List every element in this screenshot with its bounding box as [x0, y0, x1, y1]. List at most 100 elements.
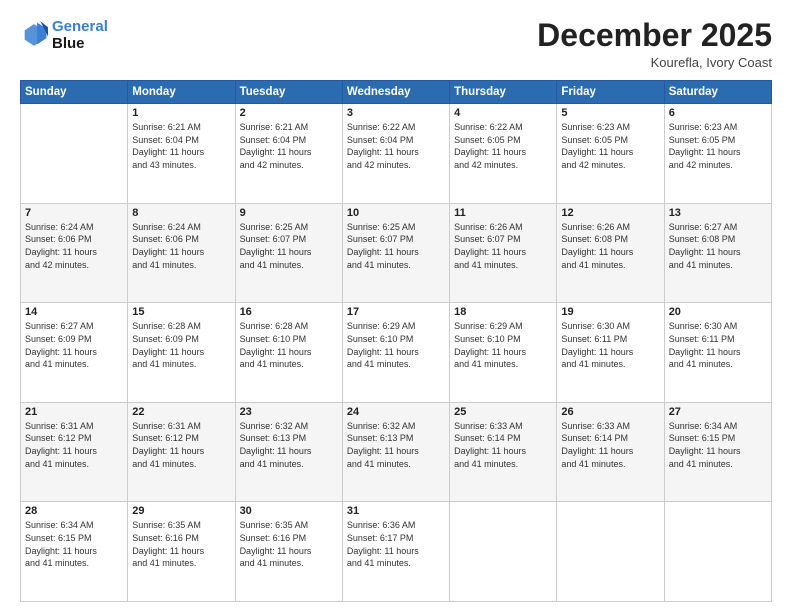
- day-number: 8: [132, 207, 230, 219]
- calendar-cell: 25Sunrise: 6:33 AM Sunset: 6:14 PM Dayli…: [450, 402, 557, 502]
- calendar-cell: 19Sunrise: 6:30 AM Sunset: 6:11 PM Dayli…: [557, 303, 664, 403]
- calendar-cell: 24 Sunrise: 6:32 AM Sunset: 6:13 PM Dayli…: [342, 402, 449, 502]
- day-number: 4: [454, 107, 552, 119]
- day-number: 15: [132, 306, 230, 318]
- weekday-header: Friday: [557, 81, 664, 104]
- day-number: 3: [347, 107, 445, 119]
- month-title: December 2025: [537, 18, 772, 53]
- day-number: 12: [561, 207, 659, 219]
- calendar-cell: 12 Sunrise: 6:26 AM Sunset: 6:08 PM Dayli…: [557, 203, 664, 303]
- day-info: Sunrise: 6:27 AM Sunset: 6:08 PM Dayligh…: [669, 221, 767, 271]
- day-number: 31: [347, 505, 445, 517]
- day-info: Sunrise: 6:30 AM Sunset: 6:11 PM Dayligh…: [669, 320, 767, 370]
- calendar-cell: 20 Sunrise: 6:30 AM Sunset: 6:11 PM Dayli…: [664, 303, 771, 403]
- day-info: Sunrise: 6:34 AM Sunset: 6:15 PM Dayligh…: [25, 519, 123, 569]
- day-info: Sunrise: 6:32 AM Sunset: 6:13 PM Dayligh…: [347, 420, 445, 470]
- calendar-week-row: 14 Sunrise: 6:27 AM Sunset: 6:09 PM Dayli…: [21, 303, 772, 403]
- calendar-cell: 3 Sunrise: 6:22 AM Sunset: 6:04 PM Daylig…: [342, 104, 449, 204]
- day-number: 9: [240, 207, 338, 219]
- day-info: Sunrise: 6:29 AM Sunset: 6:10 PM Dayligh…: [454, 320, 552, 370]
- day-info: Sunrise: 6:25 AM Sunset: 6:07 PM Dayligh…: [240, 221, 338, 271]
- day-info: Sunrise: 6:30 AM Sunset: 6:11 PM Dayligh…: [561, 320, 659, 370]
- day-info: Sunrise: 6:24 AM Sunset: 6:06 PM Dayligh…: [25, 221, 123, 271]
- weekday-header: Thursday: [450, 81, 557, 104]
- calendar-cell: [664, 502, 771, 602]
- day-info: Sunrise: 6:21 AM Sunset: 6:04 PM Dayligh…: [240, 121, 338, 171]
- day-number: 18: [454, 306, 552, 318]
- calendar-cell: 1 Sunrise: 6:21 AM Sunset: 6:04 PM Daylig…: [128, 104, 235, 204]
- day-info: Sunrise: 6:21 AM Sunset: 6:04 PM Dayligh…: [132, 121, 230, 171]
- calendar-cell: 14 Sunrise: 6:27 AM Sunset: 6:09 PM Dayli…: [21, 303, 128, 403]
- day-info: Sunrise: 6:33 AM Sunset: 6:14 PM Dayligh…: [454, 420, 552, 470]
- day-info: Sunrise: 6:23 AM Sunset: 6:05 PM Dayligh…: [561, 121, 659, 171]
- calendar-cell: 4 Sunrise: 6:22 AM Sunset: 6:05 PM Daylig…: [450, 104, 557, 204]
- day-number: 30: [240, 505, 338, 517]
- day-info: Sunrise: 6:31 AM Sunset: 6:12 PM Dayligh…: [25, 420, 123, 470]
- day-number: 20: [669, 306, 767, 318]
- page: General Blue December 2025 Kourefla, Ivo…: [0, 0, 792, 612]
- day-number: 21: [25, 406, 123, 418]
- calendar-cell: 11 Sunrise: 6:26 AM Sunset: 6:07 PM Dayli…: [450, 203, 557, 303]
- day-number: 14: [25, 306, 123, 318]
- day-info: Sunrise: 6:32 AM Sunset: 6:13 PM Dayligh…: [240, 420, 338, 470]
- day-number: 7: [25, 207, 123, 219]
- weekday-header: Tuesday: [235, 81, 342, 104]
- title-block: December 2025 Kourefla, Ivory Coast: [537, 18, 772, 70]
- calendar-cell: 22Sunrise: 6:31 AM Sunset: 6:12 PM Dayli…: [128, 402, 235, 502]
- calendar-cell: 28Sunrise: 6:34 AM Sunset: 6:15 PM Dayli…: [21, 502, 128, 602]
- calendar-cell: [21, 104, 128, 204]
- calendar-cell: 30 Sunrise: 6:35 AM Sunset: 6:16 PM Dayli…: [235, 502, 342, 602]
- day-info: Sunrise: 6:29 AM Sunset: 6:10 PM Dayligh…: [347, 320, 445, 370]
- calendar-cell: 26Sunrise: 6:33 AM Sunset: 6:14 PM Dayli…: [557, 402, 664, 502]
- calendar-week-row: 21 Sunrise: 6:31 AM Sunset: 6:12 PM Dayli…: [21, 402, 772, 502]
- day-info: Sunrise: 6:24 AM Sunset: 6:06 PM Dayligh…: [132, 221, 230, 271]
- calendar-cell: 10 Sunrise: 6:25 AM Sunset: 6:07 PM Dayli…: [342, 203, 449, 303]
- calendar-cell: 6Sunrise: 6:23 AM Sunset: 6:05 PM Daylig…: [664, 104, 771, 204]
- calendar-cell: 31 Sunrise: 6:36 AM Sunset: 6:17 PM Dayli…: [342, 502, 449, 602]
- day-number: 10: [347, 207, 445, 219]
- calendar-cell: 2 Sunrise: 6:21 AM Sunset: 6:04 PM Daylig…: [235, 104, 342, 204]
- day-number: 1: [132, 107, 230, 119]
- day-number: 11: [454, 207, 552, 219]
- calendar-cell: 9 Sunrise: 6:25 AM Sunset: 6:07 PM Daylig…: [235, 203, 342, 303]
- logo-icon: [20, 21, 48, 49]
- weekday-header: Wednesday: [342, 81, 449, 104]
- day-number: 24: [347, 406, 445, 418]
- day-number: 29: [132, 505, 230, 517]
- calendar-cell: 16Sunrise: 6:28 AM Sunset: 6:10 PM Dayli…: [235, 303, 342, 403]
- day-info: Sunrise: 6:35 AM Sunset: 6:16 PM Dayligh…: [240, 519, 338, 569]
- day-info: Sunrise: 6:25 AM Sunset: 6:07 PM Dayligh…: [347, 221, 445, 271]
- calendar-cell: [557, 502, 664, 602]
- calendar-table: SundayMondayTuesdayWednesdayThursdayFrid…: [20, 80, 772, 602]
- calendar-cell: 8 Sunrise: 6:24 AM Sunset: 6:06 PM Daylig…: [128, 203, 235, 303]
- weekday-header: Monday: [128, 81, 235, 104]
- calendar-cell: 15Sunrise: 6:28 AM Sunset: 6:09 PM Dayli…: [128, 303, 235, 403]
- weekday-header: Sunday: [21, 81, 128, 104]
- day-info: Sunrise: 6:22 AM Sunset: 6:05 PM Dayligh…: [454, 121, 552, 171]
- calendar-cell: 27Sunrise: 6:34 AM Sunset: 6:15 PM Dayli…: [664, 402, 771, 502]
- calendar-cell: 13Sunrise: 6:27 AM Sunset: 6:08 PM Dayli…: [664, 203, 771, 303]
- logo-line2: Blue: [52, 35, 108, 52]
- day-number: 22: [132, 406, 230, 418]
- calendar-week-row: 7 Sunrise: 6:24 AM Sunset: 6:06 PM Daylig…: [21, 203, 772, 303]
- day-number: 5: [561, 107, 659, 119]
- logo-line1: General: [52, 18, 108, 35]
- day-info: Sunrise: 6:27 AM Sunset: 6:09 PM Dayligh…: [25, 320, 123, 370]
- day-info: Sunrise: 6:26 AM Sunset: 6:08 PM Dayligh…: [561, 221, 659, 271]
- day-info: Sunrise: 6:28 AM Sunset: 6:10 PM Dayligh…: [240, 320, 338, 370]
- day-info: Sunrise: 6:26 AM Sunset: 6:07 PM Dayligh…: [454, 221, 552, 271]
- day-number: 17: [347, 306, 445, 318]
- weekday-header: Saturday: [664, 81, 771, 104]
- calendar-header-row: SundayMondayTuesdayWednesdayThursdayFrid…: [21, 81, 772, 104]
- calendar-cell: 18 Sunrise: 6:29 AM Sunset: 6:10 PM Dayli…: [450, 303, 557, 403]
- calendar-cell: 23Sunrise: 6:32 AM Sunset: 6:13 PM Dayli…: [235, 402, 342, 502]
- day-info: Sunrise: 6:36 AM Sunset: 6:17 PM Dayligh…: [347, 519, 445, 569]
- calendar-cell: 29Sunrise: 6:35 AM Sunset: 6:16 PM Dayli…: [128, 502, 235, 602]
- day-info: Sunrise: 6:23 AM Sunset: 6:05 PM Dayligh…: [669, 121, 767, 171]
- location: Kourefla, Ivory Coast: [537, 55, 772, 70]
- day-number: 2: [240, 107, 338, 119]
- day-number: 26: [561, 406, 659, 418]
- day-number: 27: [669, 406, 767, 418]
- calendar-cell: [450, 502, 557, 602]
- day-info: Sunrise: 6:22 AM Sunset: 6:04 PM Dayligh…: [347, 121, 445, 171]
